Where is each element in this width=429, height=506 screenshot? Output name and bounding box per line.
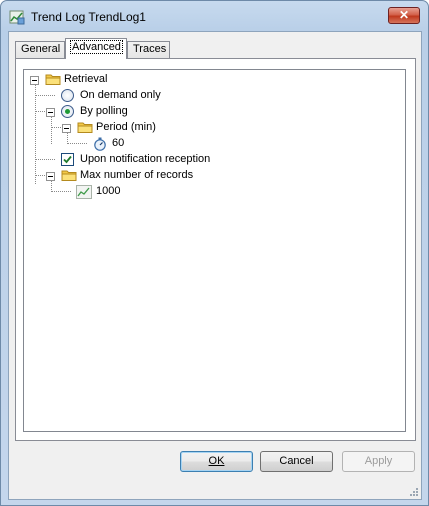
tree-node-period-value[interactable]: 60 [24,136,224,152]
tab-advanced[interactable]: Advanced [65,38,127,59]
trend-chart-icon [76,185,92,199]
tree-node-max-records-value[interactable]: 1000 [24,184,224,200]
dialog-client: General Advanced Traces Retrieval On dem… [8,31,422,500]
apply-button[interactable]: Apply [342,451,415,472]
tab-traces[interactable]: Traces [127,41,170,58]
max-records-value-label: 1000 [96,185,121,197]
resize-grip-icon[interactable] [407,485,419,497]
window-title: Trend Log TrendLog1 [31,10,146,24]
tree-node-by-polling[interactable]: By polling [24,104,224,120]
folder-icon [77,122,93,133]
period-label: Period (min) [96,121,156,133]
ok-button-label: OK [208,455,225,467]
check-icon [63,155,72,164]
cancel-button[interactable]: Cancel [260,451,333,472]
notification-checkbox[interactable] [61,153,74,166]
tab-traces-label: Traces [133,43,167,55]
trend-log-app-icon [9,10,25,25]
on-demand-label: On demand only [80,89,161,101]
tree-node-max-records[interactable]: Max number of records [24,168,244,184]
ok-button[interactable]: OK [180,451,253,472]
notification-label: Upon notification reception [80,153,211,165]
folder-icon [61,170,77,181]
folder-icon [45,74,61,85]
retrieval-label: Retrieval [64,73,108,85]
period-value-label: 60 [112,137,125,149]
tab-advanced-label: Advanced [70,40,123,54]
close-icon: ✕ [398,8,410,22]
tree-node-notification[interactable]: Upon notification reception [24,152,244,168]
collapse-icon[interactable] [46,108,55,117]
on-demand-radio[interactable] [61,89,74,102]
dialog-window: Trend Log TrendLog1 ✕ General Advanced T… [0,0,429,506]
apply-button-label: Apply [364,455,393,467]
cancel-button-label: Cancel [279,455,314,467]
max-records-label: Max number of records [80,169,194,181]
tab-general-label: General [21,43,61,55]
collapse-icon[interactable] [30,76,39,85]
tree-node-retrieval[interactable]: Retrieval [24,72,224,88]
advanced-tab-panel: Retrieval On demand only By polling Peri… [15,58,416,441]
close-button[interactable]: ✕ [388,7,420,24]
settings-tree[interactable]: Retrieval On demand only By polling Peri… [23,69,406,432]
by-polling-radio[interactable] [61,105,74,118]
tab-general[interactable]: General [15,41,65,58]
stopwatch-icon [94,137,106,151]
collapse-icon[interactable] [62,124,71,133]
tree-node-on-demand[interactable]: On demand only [24,88,224,104]
tree-node-period[interactable]: Period (min) [24,120,224,136]
collapse-icon[interactable] [46,172,55,181]
title-bar[interactable]: Trend Log TrendLog1 ✕ [1,1,428,31]
by-polling-label: By polling [80,105,128,117]
